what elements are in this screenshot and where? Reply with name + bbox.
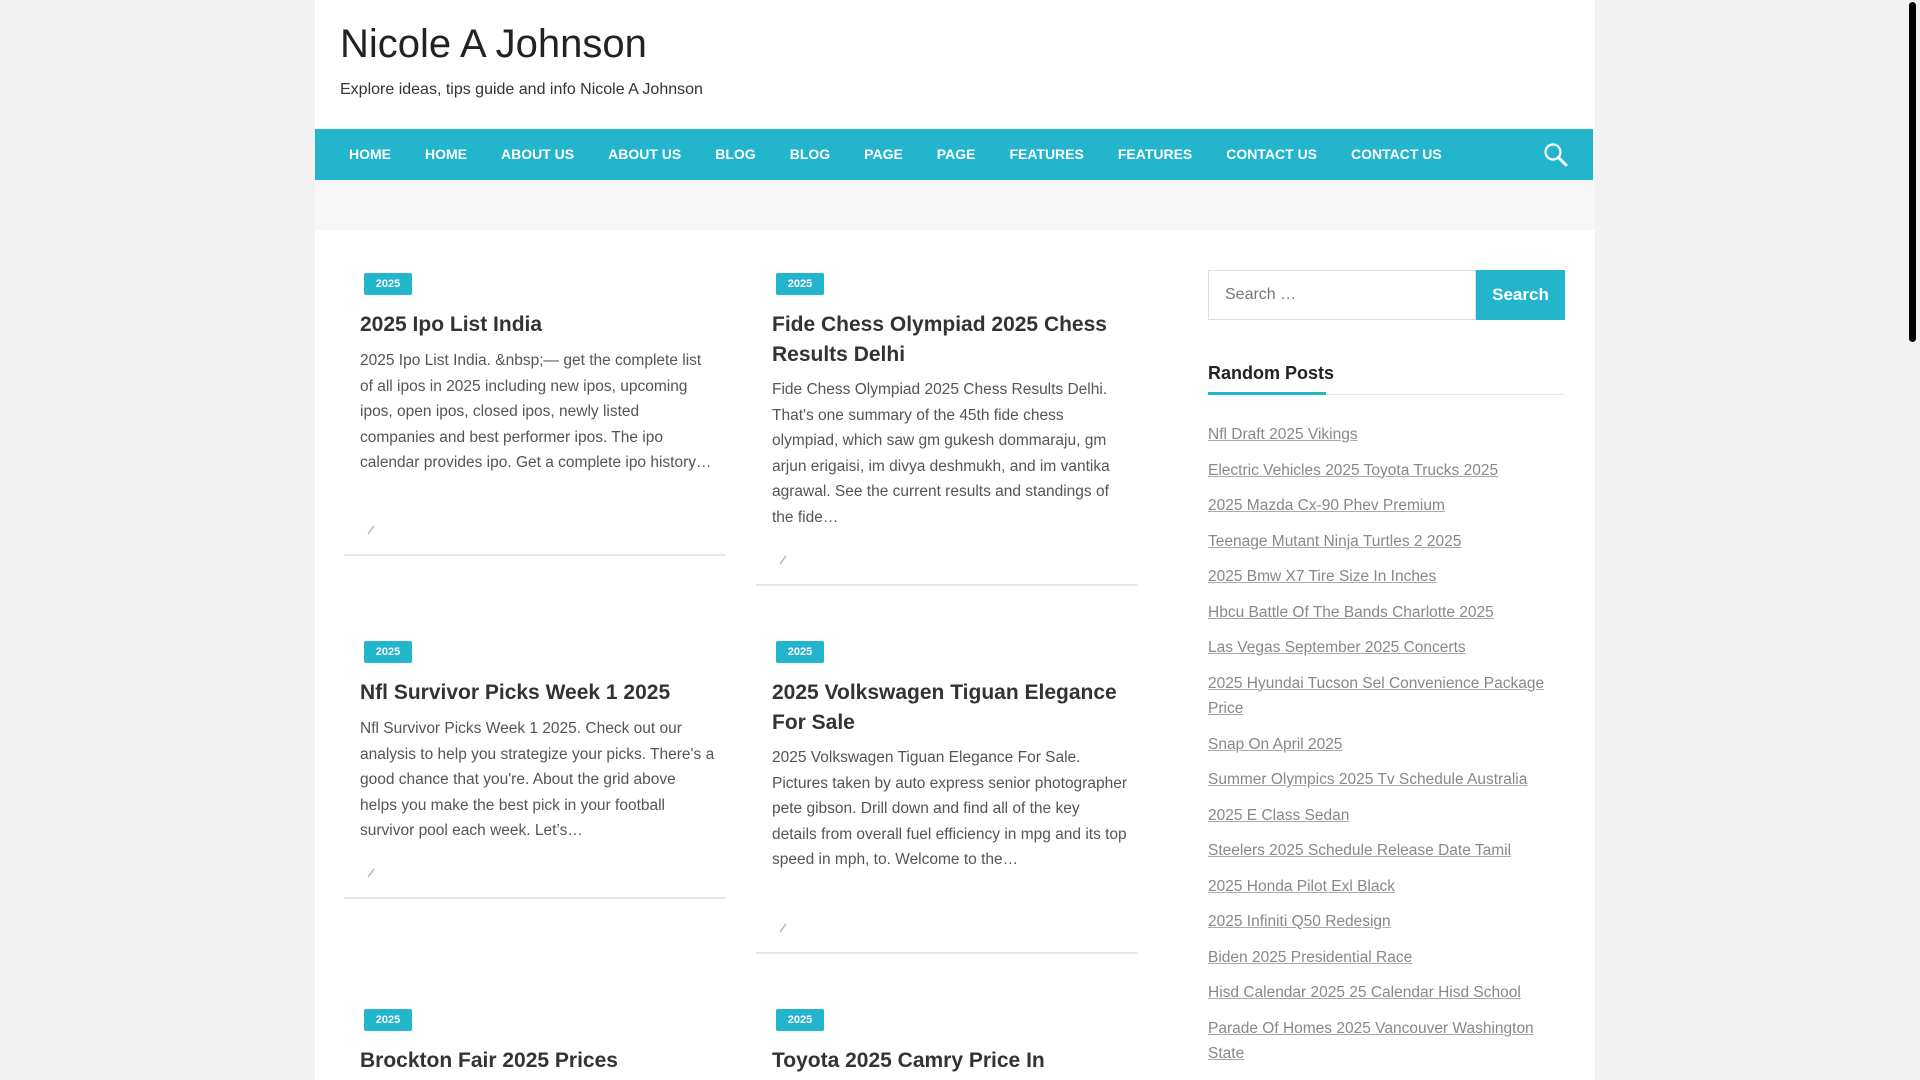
random-post-link[interactable]: Hbcu Battle Of The Bands Charlotte 2025 xyxy=(1208,600,1565,626)
post-divider xyxy=(344,897,726,899)
random-post-link[interactable]: Hisd Calendar 2025 25 Calendar Hisd Scho… xyxy=(1208,980,1565,1006)
random-post-link[interactable]: 2025 Bmw X7 Tire Size In Inches xyxy=(1208,564,1565,590)
post-title[interactable]: Brockton Fair 2025 Prices xyxy=(360,1046,715,1076)
random-post-link[interactable]: Nfl Draft 2025 Vikings xyxy=(1208,422,1565,448)
category-tag[interactable]: 2025 xyxy=(364,1009,412,1031)
category-tag[interactable]: 2025 xyxy=(776,1009,824,1031)
widget-title: Random Posts xyxy=(1208,363,1335,383)
post-excerpt: Fide Chess Olympiad 2025 Chess Results D… xyxy=(772,381,1110,526)
pencil-icon xyxy=(367,868,375,878)
post-title[interactable]: Fide Chess Olympiad 2025 Chess Results D… xyxy=(772,310,1127,370)
random-post-link[interactable]: Biden 2025 Presidential Race xyxy=(1208,945,1565,971)
nav-menu: HOME HOME ABOUT US ABOUT US BLOG BLOG PA… xyxy=(332,129,1459,180)
random-post-link[interactable]: Snap On April 2025 xyxy=(1208,732,1565,758)
nav-item-about-us[interactable]: ABOUT US xyxy=(591,129,698,180)
random-post-link[interactable]: 2025 Infiniti Q50 Redesign xyxy=(1208,909,1565,935)
nav-item-page[interactable]: PAGE xyxy=(920,129,993,180)
category-tag[interactable]: 2025 xyxy=(776,641,824,663)
pencil-icon xyxy=(779,923,787,933)
random-post-link[interactable]: Summer Olympics 2025 Tv Schedule Austral… xyxy=(1208,767,1565,793)
category-tag[interactable]: 2025 xyxy=(364,641,412,663)
nav-item-contact-us[interactable]: CONTACT US xyxy=(1334,129,1459,180)
nav-item-about-us[interactable]: ABOUT US xyxy=(484,129,591,180)
nav-item-features[interactable]: FEATURES xyxy=(992,129,1100,180)
page-wrapper: Nicole A Johnson Explore ideas, tips gui… xyxy=(315,0,1595,1080)
random-post-link[interactable]: Electric Vehicles 2025 Toyota Trucks 202… xyxy=(1208,458,1565,484)
post-divider xyxy=(344,554,726,556)
random-post-link[interactable]: 2025 Mazda Cx-90 Phev Premium xyxy=(1208,493,1565,519)
random-post-link[interactable]: 2025 Hyundai Tucson Sel Convenience Pack… xyxy=(1208,671,1565,722)
vertical-scrollbar[interactable] xyxy=(1905,0,1920,1080)
post-excerpt: 2025 Volkswagen Tiguan Elegance For Sale… xyxy=(772,749,1127,868)
post-card: 2025 Brockton Fair 2025 Prices xyxy=(344,966,726,1080)
post-divider xyxy=(756,952,1138,954)
scrollbar-thumb[interactable] xyxy=(1909,2,1916,342)
site-title[interactable]: Nicole A Johnson xyxy=(340,22,647,67)
post-title[interactable]: 2025 Volkswagen Tiguan Elegance For Sale xyxy=(772,678,1127,738)
random-post-link[interactable]: 2025 Honda Pilot Exl Black xyxy=(1208,874,1565,900)
widget-title-accent xyxy=(1208,392,1326,395)
nav-item-page[interactable]: PAGE xyxy=(847,129,920,180)
post-divider xyxy=(756,584,1138,586)
search-icon[interactable] xyxy=(1543,142,1569,168)
site-header: Nicole A Johnson Explore ideas, tips gui… xyxy=(315,0,1595,129)
main-navigation: HOME HOME ABOUT US ABOUT US BLOG BLOG PA… xyxy=(315,129,1593,180)
category-tag[interactable]: 2025 xyxy=(364,273,412,295)
post-title[interactable]: 2025 Ipo List India xyxy=(360,310,715,340)
post-card: 2025 2025 Ipo List India 2025 Ipo List I… xyxy=(344,230,726,556)
random-post-link[interactable]: Teenage Mutant Ninja Turtles 2 2025 xyxy=(1208,529,1565,555)
site-description: Explore ideas, tips guide and info Nicol… xyxy=(340,81,703,98)
post-title[interactable]: Toyota 2025 Camry Price In xyxy=(772,1046,1127,1076)
post-card: 2025 Toyota 2025 Camry Price In xyxy=(756,966,1138,1080)
random-post-link[interactable]: 2025 E Class Sedan xyxy=(1208,803,1565,829)
pencil-icon xyxy=(367,525,375,535)
random-post-link[interactable]: Steelers 2025 Schedule Release Date Tami… xyxy=(1208,838,1565,864)
search-input[interactable] xyxy=(1208,270,1476,320)
search-button[interactable]: Search xyxy=(1476,270,1565,320)
pencil-icon xyxy=(779,555,787,565)
random-posts-list: Nfl Draft 2025 Vikings Electric Vehicles… xyxy=(1208,422,1565,1077)
nav-item-home[interactable]: HOME xyxy=(408,129,484,180)
nav-item-contact-us[interactable]: CONTACT US xyxy=(1209,129,1334,180)
post-excerpt: 2025 Ipo List India. &nbsp;— get the com… xyxy=(360,352,712,471)
post-card: 2025 2025 Volkswagen Tiguan Elegance For… xyxy=(756,598,1138,954)
random-post-link[interactable]: Parade Of Homes 2025 Vancouver Washingto… xyxy=(1208,1016,1565,1067)
nav-item-home[interactable]: HOME xyxy=(332,129,408,180)
nav-item-blog[interactable]: BLOG xyxy=(773,129,847,180)
post-card: 2025 Nfl Survivor Picks Week 1 2025 Nfl … xyxy=(344,598,726,899)
nav-item-blog[interactable]: BLOG xyxy=(698,129,772,180)
random-post-link[interactable]: Las Vegas September 2025 Concerts xyxy=(1208,635,1565,661)
post-card: 2025 Fide Chess Olympiad 2025 Chess Resu… xyxy=(756,230,1138,586)
nav-item-features[interactable]: FEATURES xyxy=(1101,129,1209,180)
post-excerpt: Nfl Survivor Picks Week 1 2025. Check ou… xyxy=(360,720,715,839)
category-tag[interactable]: 2025 xyxy=(776,273,824,295)
post-title[interactable]: Nfl Survivor Picks Week 1 2025 xyxy=(360,678,715,708)
